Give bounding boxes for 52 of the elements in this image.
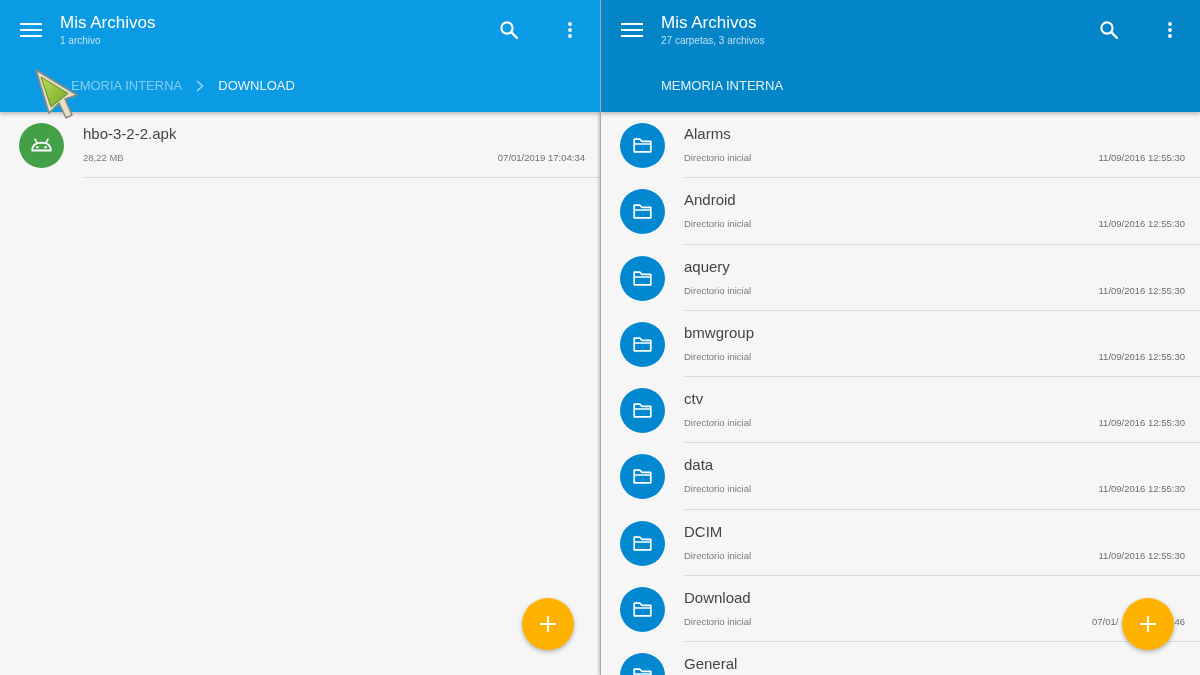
folder-description: Directorio inicial bbox=[684, 284, 752, 297]
folder-icon[interactable] bbox=[620, 255, 665, 301]
breadcrumb-link[interactable]: MEMORIA INTERNA bbox=[661, 78, 784, 94]
search-icon[interactable] bbox=[1100, 21, 1118, 39]
item-count: 1 archivo bbox=[60, 35, 102, 47]
modified-date: 11/09/2016 12:55:30 bbox=[1098, 483, 1185, 496]
file-size: 28,22 MB bbox=[83, 152, 124, 164]
modified-time: 46 bbox=[1174, 615, 1185, 628]
folder-name[interactable]: data bbox=[684, 456, 714, 475]
modified-date: 11/09/2016 12:55:30 bbox=[1098, 218, 1185, 231]
folder-description: Directorio inicial bbox=[684, 615, 752, 628]
folder-name[interactable]: General bbox=[684, 655, 738, 673]
menu-icon[interactable] bbox=[621, 23, 643, 37]
folder-description: Directorio inicial bbox=[684, 483, 752, 496]
folder-name[interactable]: bmwgroup bbox=[684, 323, 755, 342]
modified-date: 11/09/2016 12:55:30 bbox=[1098, 417, 1185, 429]
folder-name[interactable]: Alarms bbox=[684, 125, 731, 143]
item-count: 27 carpetas, 3 archivos bbox=[661, 35, 765, 47]
folder-description: Directorio inicial bbox=[684, 417, 752, 429]
folder-name[interactable]: aquery bbox=[684, 257, 730, 276]
folder-icon[interactable] bbox=[620, 321, 665, 367]
menu-icon[interactable] bbox=[20, 23, 42, 37]
modified-date: 11/09/2016 12:55:30 bbox=[1098, 284, 1185, 297]
app-title: Mis Archivos bbox=[60, 13, 156, 33]
folder-description: Directorio inicial bbox=[684, 549, 752, 562]
android-icon[interactable] bbox=[19, 123, 64, 168]
more-options-icon[interactable] bbox=[1168, 22, 1172, 38]
modified-date: 07/01/ bbox=[1092, 615, 1119, 628]
plus-icon bbox=[1139, 615, 1157, 633]
folder-icon[interactable] bbox=[620, 189, 665, 235]
folder-icon[interactable] bbox=[620, 454, 665, 500]
plus-icon bbox=[539, 615, 557, 633]
folder-name[interactable]: ctv bbox=[684, 390, 704, 408]
folder-icon[interactable] bbox=[620, 586, 665, 632]
folder-name[interactable]: Download bbox=[684, 588, 751, 607]
chevron-right-icon bbox=[196, 80, 205, 92]
folder-description: Directorio inicial bbox=[684, 218, 752, 231]
folder-icon[interactable] bbox=[620, 388, 665, 433]
folder-icon[interactable] bbox=[620, 123, 665, 168]
more-options-icon[interactable] bbox=[568, 22, 572, 38]
file-name[interactable]: hbo-3-2-2.apk bbox=[83, 125, 177, 143]
folder-name[interactable]: Android bbox=[684, 191, 736, 210]
app-title: Mis Archivos bbox=[661, 13, 758, 33]
folder-description: Directorio inicial bbox=[684, 152, 752, 164]
folder-icon[interactable] bbox=[620, 520, 665, 566]
modified-date: 07/01/2019 17:04:34 bbox=[497, 152, 585, 164]
search-icon[interactable] bbox=[500, 21, 518, 39]
modified-date: 11/09/2016 12:55:30 bbox=[1098, 152, 1185, 164]
modified-date: 11/09/2016 12:55:30 bbox=[1098, 549, 1185, 562]
folder-description: Directorio inicial bbox=[684, 350, 752, 363]
modified-date: 11/09/2016 12:55:30 bbox=[1098, 350, 1185, 363]
folder-name[interactable]: DCIM bbox=[684, 522, 723, 541]
